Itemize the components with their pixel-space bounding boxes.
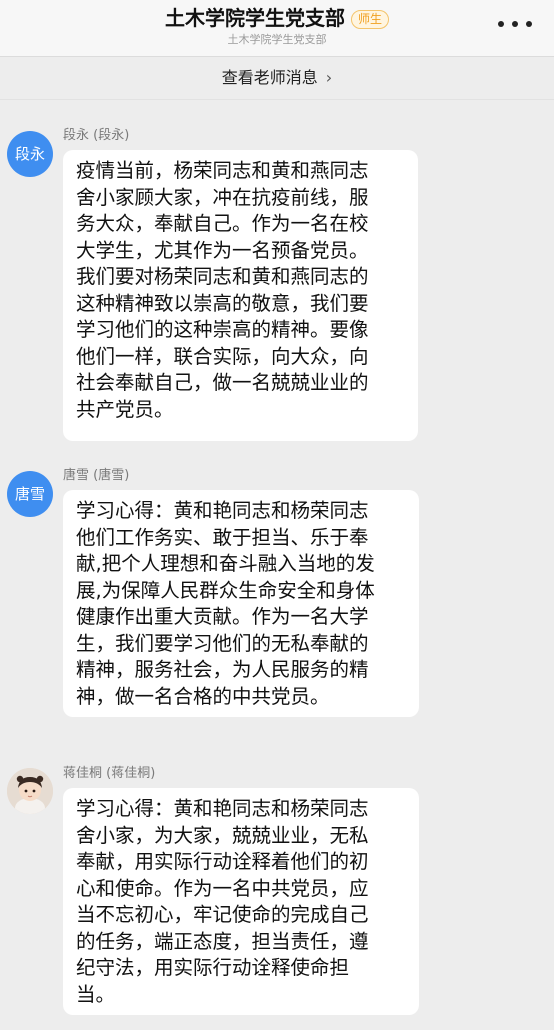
- sender-name: 唐雪 (唐雪): [63, 468, 130, 483]
- more-options-icon[interactable]: [498, 12, 532, 36]
- chat-title: 土木学院学生党支部: [164, 6, 345, 30]
- child-portrait-icon: [7, 768, 53, 814]
- role-badge: 师生: [350, 10, 389, 29]
- sender-name: 蒋佳桐 (蒋佳桐): [63, 766, 156, 781]
- dot: [512, 21, 518, 27]
- message-bubble[interactable]: 学习心得：黄和艳同志和杨荣同志 舍小家，为大家，兢兢业业，无私 奉献，用实际行动…: [63, 788, 419, 1015]
- chevron-right-icon: ›: [325, 68, 333, 87]
- chat-subtitle: 土木学院学生党支部: [227, 33, 327, 46]
- dot: [498, 21, 504, 27]
- message-bubble[interactable]: 疫情当前，杨荣同志和黄和燕同志 舍小家顾大家，冲在抗疫前线，服 务大众，奉献自己…: [63, 150, 418, 441]
- avatar[interactable]: 段永: [7, 131, 53, 177]
- avatar[interactable]: 唐雪: [7, 471, 53, 517]
- message-bubble[interactable]: 学习心得：黄和艳同志和杨荣同志 他们工作务实、敢于担当、乐于奉 献,把个人理想和…: [63, 490, 419, 717]
- chat-title-row: 土木学院学生党支部 师生: [0, 5, 554, 31]
- view-teacher-messages-link[interactable]: 查看老师消息 ›: [0, 57, 554, 100]
- avatar-photo[interactable]: [7, 768, 53, 814]
- chat-header: 土木学院学生党支部 师生 土木学院学生党支部: [0, 0, 554, 57]
- view-teacher-messages-label: 查看老师消息: [221, 68, 318, 87]
- dot: [526, 21, 532, 27]
- sender-name: 段永 (段永): [63, 128, 130, 143]
